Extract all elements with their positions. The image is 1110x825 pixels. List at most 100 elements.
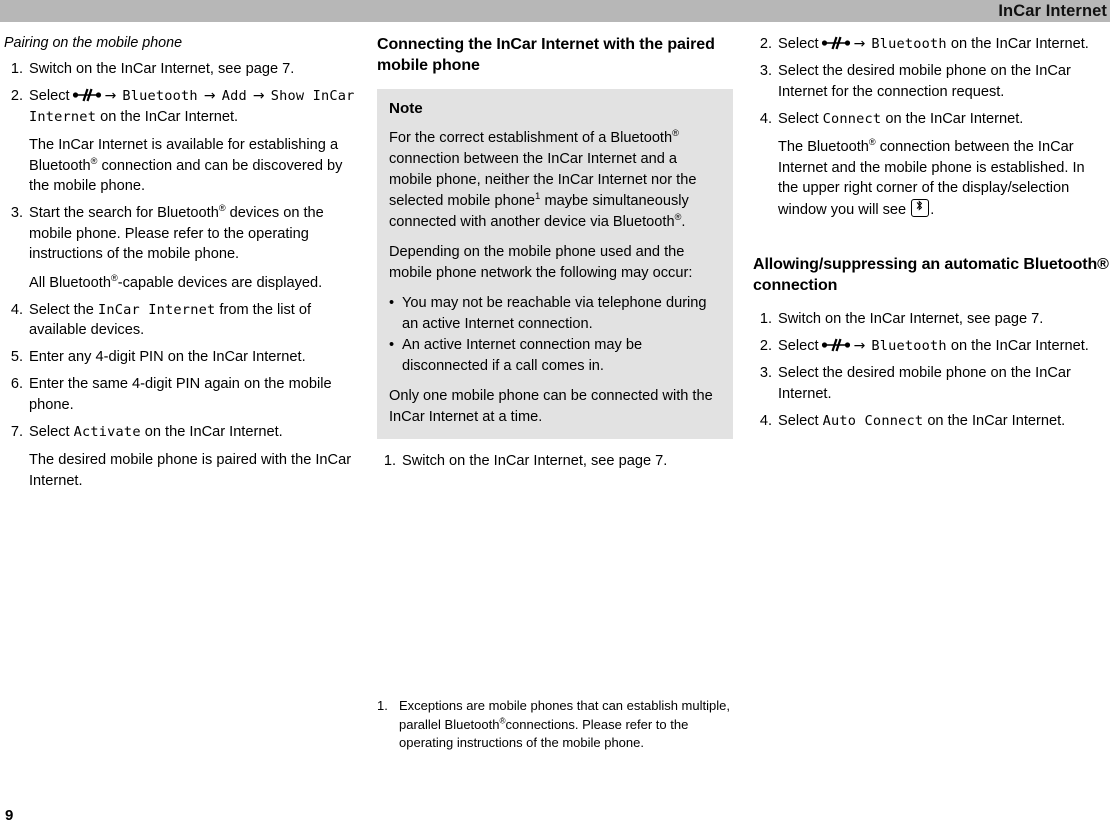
column-right: 2. Select → Bluetooth on the InCar Interne… (753, 34, 1109, 438)
step-number: 4. (10, 301, 23, 318)
registered-mark: ® (674, 212, 682, 223)
step-text: Select (778, 338, 819, 354)
step-continuation: The InCar Internet is available for esta… (29, 137, 343, 194)
step-text: Start the search for Bluetooth® devices … (29, 203, 324, 262)
step-body: Select Auto Connect on the InCar Interne… (778, 411, 1109, 432)
numbered-step: 4. Select the InCar Internet from the lis… (4, 300, 359, 341)
step-number: 2. (759, 36, 772, 52)
step-text: Select the desired mobile phone on the I… (778, 365, 1071, 402)
step-body: Select the desired mobile phone on the I… (778, 363, 1109, 404)
step-body: Select the desired mobile phone on the I… (778, 61, 1109, 102)
step-body: Start the search for Bluetooth® devices … (29, 203, 359, 293)
numbered-step: 2. Select → Bluetooth on the InCar Interne… (753, 336, 1109, 357)
menu-path-item: InCar Internet (97, 301, 216, 318)
step-number: 1. (383, 453, 396, 469)
page-header-bar: InCar Internet (0, 0, 1110, 22)
step-text: on the InCar Internet. (927, 412, 1066, 429)
step-text: on the InCar Internet. (950, 36, 1089, 52)
registered-mark: ® (90, 155, 98, 166)
step-number: 1. (10, 61, 23, 77)
arrow-icon: → (853, 36, 866, 52)
section-subheading-pairing: Pairing on the mobile phone (4, 35, 183, 51)
numbered-step: 1. Switch on the InCar Internet, see page… (4, 59, 359, 80)
page-number: 9 (5, 807, 14, 824)
note-bullet-text: An active Internet connection may be dis… (402, 337, 643, 374)
step-body: Select → Bluetooth on the InCar Internet. (778, 336, 1109, 357)
bullet-icon: • (389, 295, 395, 311)
step-number: 5. (10, 349, 23, 365)
step-body: Switch on the InCar Internet, see page 7… (778, 309, 1109, 330)
section-heading-allowing: Allowing/suppressing an automatic Blueto… (753, 256, 1109, 294)
step-body: Select → Bluetooth on the InCar Internet. (778, 34, 1109, 55)
note-paragraph-2: Depending on the mobile phone used and t… (389, 244, 693, 281)
footnote-text: Exceptions are mobile phones that can es… (399, 698, 730, 750)
step-number: 3. (759, 63, 772, 79)
step-number: 4. (759, 412, 772, 429)
step-continuation: The Bluetooth® connection between the In… (778, 137, 1085, 218)
footnote: 1. Exceptions are mobile phones that can… (377, 697, 733, 753)
footnote-marker: 1 (535, 191, 541, 203)
page-title: InCar Internet (998, 2, 1107, 20)
menu-path-item: Activate (73, 423, 141, 440)
step-text: on the InCar Internet. (100, 108, 239, 125)
note-paragraph-1: For the correct establishment of a Bluet… (389, 128, 697, 230)
note-title: Note (389, 100, 423, 117)
numbered-step: 4. Select Connect on the InCar Internet. T… (753, 109, 1109, 221)
step-text: Select (29, 423, 70, 440)
registered-mark: ® (499, 716, 506, 726)
step-body: Select Activate on the InCar Internet. Th… (29, 422, 359, 492)
note-bullet-item: • You may not be reachable via telephone … (389, 293, 721, 335)
registered-mark: ® (868, 137, 876, 148)
numbered-step: 1. Switch on the InCar Internet, see page… (377, 451, 733, 472)
controller-knob-icon (821, 36, 851, 50)
step-number: 6. (10, 376, 23, 392)
step-body: Select the InCar Internet from the list … (29, 300, 359, 341)
bluetooth-icon (911, 198, 930, 217)
column-left: Pairing on the mobile phone 1. Switch on … (4, 34, 359, 498)
numbered-step: 1. Switch on the InCar Internet, see page… (753, 309, 1109, 330)
numbered-step: 4. Select Auto Connect on the InCar Inter… (753, 411, 1109, 432)
step-number: 4. (759, 110, 772, 127)
numbered-step: 5. Enter any 4-digit PIN on the InCar Int… (4, 347, 359, 368)
menu-path-item: Bluetooth (122, 88, 198, 104)
step-text: on the InCar Internet. (950, 338, 1089, 354)
numbered-step: 3. Start the search for Bluetooth® device… (4, 203, 359, 293)
bullet-icon: • (389, 337, 395, 353)
numbered-step: 2. Select → Bluetooth on the InCar Interne… (753, 34, 1109, 55)
note-bullet-list: • You may not be reachable via telephone … (389, 293, 721, 377)
step-number: 2. (759, 338, 772, 354)
step-number: 3. (759, 365, 772, 381)
registered-mark: ® (218, 203, 226, 214)
step-text: Enter any 4-digit PIN on the InCar Inter… (29, 349, 306, 365)
step-body: Switch on the InCar Internet, see page 7… (402, 451, 733, 472)
numbered-step: 2. Select → Bluetooth → Add → Show InCar I… (4, 86, 359, 197)
pairing-steps-list: 1. Switch on the InCar Internet, see page… (4, 59, 359, 491)
step-body: Switch on the InCar Internet, see page 7… (29, 59, 359, 80)
numbered-step: 6. Enter the same 4-digit PIN again on th… (4, 374, 359, 415)
numbered-step: 7. Select Activate on the InCar Internet.… (4, 422, 359, 492)
auto-connect-steps-list: 1. Switch on the InCar Internet, see page… (753, 309, 1109, 431)
step-text: on the InCar Internet. (144, 423, 283, 440)
step-text: Select the (29, 301, 94, 318)
step-text: Select (778, 110, 819, 127)
step-text: Select (778, 36, 819, 52)
numbered-step: 3. Select the desired mobile phone on the… (753, 61, 1109, 102)
step-text: Switch on the InCar Internet, see page 7… (778, 311, 1044, 327)
arrow-icon: → (203, 88, 216, 104)
note-bullet-text: You may not be reachable via telephone d… (402, 295, 707, 332)
step-text: Select (778, 412, 819, 429)
section-heading-connecting: Connecting the InCar Internet with the p… (377, 36, 715, 74)
step-body: Enter the same 4-digit PIN again on the … (29, 374, 359, 415)
menu-path-item: Auto Connect (822, 412, 924, 429)
note-paragraph-3: Only one mobile phone can be connected w… (389, 388, 713, 425)
footnote-number: 1. (377, 698, 388, 713)
connecting-steps-continued-list: 2. Select → Bluetooth on the InCar Interne… (753, 34, 1109, 220)
controller-knob-icon (821, 338, 851, 352)
connecting-steps-list: 1. Switch on the InCar Internet, see page… (377, 451, 733, 472)
column-middle: Connecting the InCar Internet with the p… (377, 34, 733, 478)
registered-mark: ® (672, 128, 679, 139)
menu-path-item: Bluetooth (871, 36, 947, 52)
step-text: Switch on the InCar Internet, see page 7… (29, 61, 295, 77)
note-bullet-item: • An active Internet connection may be di… (389, 335, 721, 377)
menu-path-item: Connect (822, 110, 882, 127)
